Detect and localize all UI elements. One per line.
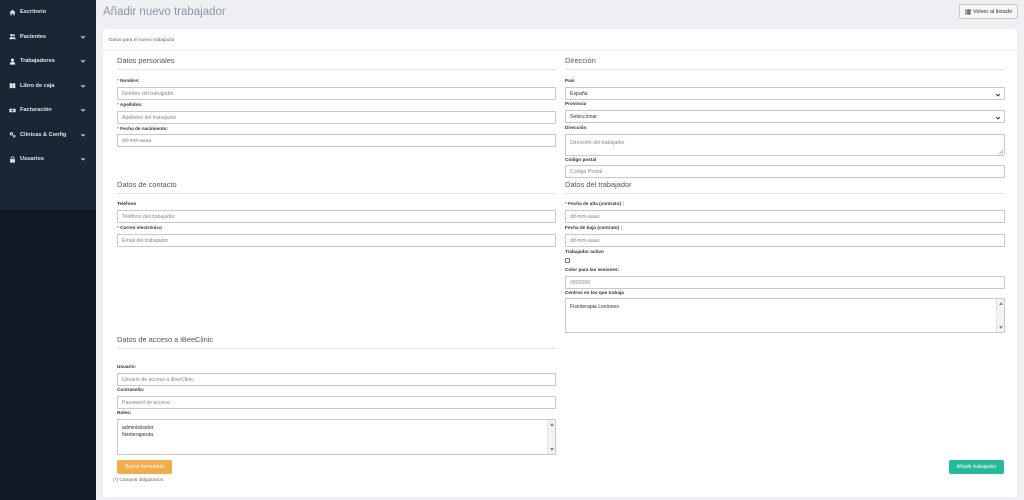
sidebar-item-usuarios[interactable]: Usuarios: [0, 147, 96, 172]
label-provincia: Provincia: [565, 101, 587, 106]
lock-icon: [8, 155, 16, 163]
money-icon: [8, 106, 16, 114]
book-icon: [8, 82, 16, 90]
sidebar-item-trabajadores[interactable]: Trabajadores: [0, 49, 96, 74]
centros-multiselect[interactable]: Fisioterapia Lesiones: [565, 298, 1005, 333]
sidebar-item-label: Escritorio: [20, 9, 47, 16]
sidebar-item-libro-caja[interactable]: Libro de caja: [0, 74, 96, 99]
telefono-input[interactable]: Teléfono del trabajador: [117, 210, 556, 223]
scroll-down-icon[interactable]: [550, 448, 554, 451]
sidebar-item-label: Pacientes: [20, 33, 47, 40]
clear-form-button[interactable]: Borrar formulario: [117, 460, 172, 474]
chevron-down-icon: [80, 58, 86, 64]
nombre-input[interactable]: Nombre del trabajador: [117, 87, 556, 100]
label-contrasena: Contraseña:: [117, 387, 145, 392]
scroll-up-icon[interactable]: [999, 302, 1003, 305]
sidebar-item-clinicas-config[interactable]: Clínicas & Config: [0, 123, 96, 148]
chevron-down-icon: [80, 156, 86, 162]
sidebar-item-escritorio[interactable]: Escritorio: [0, 0, 96, 25]
label-apellidos: * Apellidos:: [117, 102, 143, 107]
trabajador-activo-checkbox[interactable]: [565, 258, 570, 263]
fecha-alta-input[interactable]: dd-mm-aaaa: [565, 210, 1005, 223]
pais-select[interactable]: España: [565, 87, 1005, 100]
divider: [117, 348, 556, 349]
color-sesiones-input[interactable]: #000000: [565, 276, 1005, 289]
divider: [565, 193, 1005, 194]
label-roles: Roles:: [117, 410, 132, 415]
divider: [565, 69, 1005, 70]
divider: [117, 193, 556, 194]
label-fecha-nacimiento: * Fecha de nacimiento:: [117, 126, 169, 131]
users-icon: [8, 33, 16, 41]
section-title-contacto: Datos de contacto: [117, 180, 177, 189]
chevron-down-icon: [995, 93, 1001, 97]
divider: [103, 50, 1017, 51]
scrollbar[interactable]: [996, 299, 1004, 332]
chevron-down-icon: [80, 34, 86, 40]
usuario-input[interactable]: Usuario de acceso a iBeeClinic: [117, 373, 556, 386]
label-centros: Centros en los que trabaja: [565, 290, 624, 295]
apellidos-input[interactable]: Apellidos del trabajador: [117, 111, 556, 124]
resize-handle-icon[interactable]: [998, 149, 1003, 154]
label-color-sesiones: Color para las sesiones:: [565, 267, 620, 272]
user-icon: [8, 57, 16, 65]
label-correo: * Correo electrónico: [117, 225, 162, 230]
roles-multiselect[interactable]: administrador fisioterapeuta: [117, 419, 556, 455]
sidebar-item-label: Trabajadores: [20, 58, 55, 65]
divider: [117, 69, 556, 70]
add-worker-button[interactable]: Añadir trabajador: [949, 460, 1004, 474]
sidebar-footer: [0, 210, 96, 500]
gears-icon: [8, 131, 16, 139]
home-icon: [8, 8, 16, 16]
list-icon: [965, 9, 971, 14]
sidebar: Escritorio Pacientes Trabajadores Libro …: [0, 0, 96, 500]
list-item[interactable]: fisioterapeuta: [122, 432, 551, 439]
sidebar-item-pacientes[interactable]: Pacientes: [0, 25, 96, 50]
section-title-trabajador: Datos del trabajador: [565, 180, 632, 189]
codigo-postal-input[interactable]: Codigo Postal: [565, 165, 1005, 178]
sidebar-item-label: Libro de caja: [20, 82, 55, 89]
page-title: Añadir nuevo trabajador: [103, 6, 226, 18]
fecha-nacimiento-input[interactable]: dd-mm-aaaa: [117, 134, 556, 147]
sidebar-item-label: Clínicas & Config: [20, 131, 67, 138]
label-nombre: * Nombre:: [117, 78, 140, 83]
scrollbar[interactable]: [547, 420, 555, 454]
fecha-baja-input[interactable]: dd-mm-aaaa: [565, 234, 1005, 247]
label-pais: País: [565, 78, 575, 83]
direccion-placeholder: Dirección del trabajador: [570, 140, 625, 146]
section-title-direccion: Dirección: [565, 56, 596, 65]
pais-select-value: España: [570, 90, 588, 97]
label-fecha-baja: Fecha de baja (contrato) :: [565, 225, 623, 230]
provincia-select[interactable]: Seleccionar: [565, 110, 1005, 123]
label-usuario: Usuario:: [117, 364, 137, 369]
label-fecha-alta: * Fecha de alta (contrato) :: [565, 201, 624, 206]
scroll-down-icon[interactable]: [999, 326, 1003, 329]
chevron-down-icon: [80, 83, 86, 89]
back-to-list-button[interactable]: Volver al listado: [958, 4, 1018, 19]
password-input[interactable]: Password de acceso: [117, 396, 556, 409]
provincia-select-value: Seleccionar: [570, 113, 598, 120]
email-input[interactable]: Email del trabajador: [117, 234, 556, 247]
form-subtitle: Datos para el nuevo trabajador: [109, 38, 175, 43]
label-telefono: Teléfono: [117, 201, 137, 206]
scroll-up-icon[interactable]: [550, 423, 554, 426]
back-button-label: Volver al listado: [972, 8, 1012, 15]
chevron-down-icon: [995, 116, 1001, 120]
sidebar-item-label: Usuarios: [20, 156, 44, 163]
label-codigo-postal: Código postal: [565, 157, 597, 162]
label-direccion: Dirección: [565, 125, 587, 130]
chevron-down-icon: [80, 132, 86, 138]
direccion-textarea[interactable]: Dirección del trabajador: [565, 134, 1005, 156]
sidebar-item-label: Facturación: [20, 107, 52, 114]
required-fields-note: (*) Campos obligatorios: [113, 478, 164, 483]
label-trabajador-activo: Trabajador activo: [565, 249, 604, 254]
sidebar-item-facturacion[interactable]: Facturación: [0, 98, 96, 123]
section-title-acceso: Datos de acceso a iBeeClinic: [117, 335, 214, 344]
list-item[interactable]: Fisioterapia Lesiones: [570, 304, 1000, 311]
section-title-personal: Datos personales: [117, 56, 175, 65]
chevron-down-icon: [80, 107, 86, 113]
